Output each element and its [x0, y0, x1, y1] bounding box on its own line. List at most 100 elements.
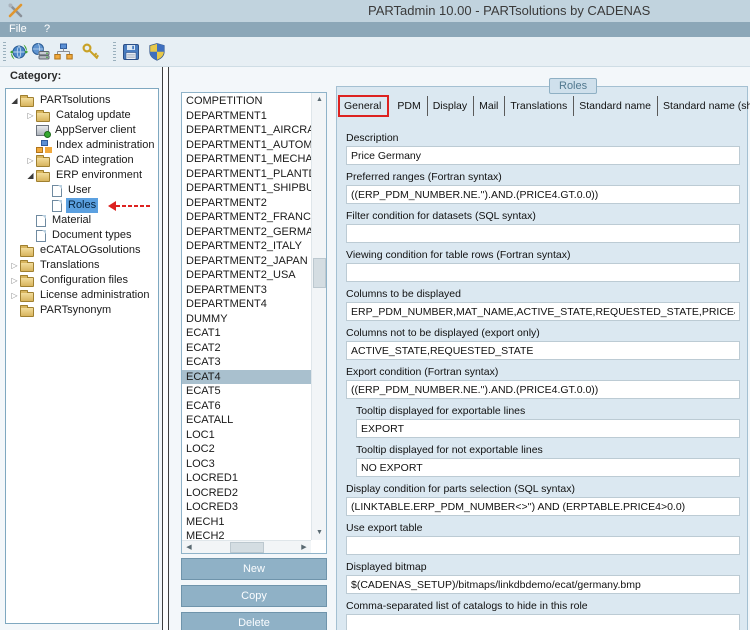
- scroll-up-icon[interactable]: ▲: [312, 93, 326, 107]
- role-list-item[interactable]: ECATALL: [182, 413, 311, 428]
- horizontal-scroll-thumb[interactable]: [230, 542, 264, 553]
- tree-item-label: User: [68, 184, 92, 196]
- scroll-right-icon[interactable]: ▶: [297, 541, 311, 553]
- tab-mail[interactable]: Mail: [474, 96, 506, 116]
- tree-item-roles[interactable]: Roles: [6, 198, 158, 213]
- expander-collapsed-icon[interactable]: ▷: [9, 258, 20, 273]
- role-list-item[interactable]: LOCRED2: [182, 486, 311, 501]
- role-list-item[interactable]: LOC2: [182, 442, 311, 457]
- input-displayed-bitmap[interactable]: [346, 575, 740, 594]
- input-use-export-table[interactable]: [346, 536, 740, 555]
- panel-splitter[interactable]: [162, 67, 169, 630]
- expander-collapsed-icon[interactable]: ▷: [9, 288, 20, 303]
- catalog-update-button[interactable]: [8, 40, 32, 64]
- role-list-item[interactable]: DEPARTMENT1: [182, 109, 311, 124]
- role-list-item[interactable]: DEPARTMENT1_AUTOMOTIV: [182, 138, 311, 153]
- tree-item-license-administration[interactable]: ▷ License administration: [6, 288, 158, 303]
- tab-bar: General PDM Display Mail Translations Standar…: [337, 95, 750, 118]
- tree-item-translations[interactable]: ▷ Translations: [6, 258, 158, 273]
- vertical-scroll-thumb[interactable]: [313, 258, 326, 288]
- delete-button[interactable]: Delete: [181, 612, 327, 630]
- toolbar-grip[interactable]: [113, 42, 116, 62]
- expander-expanded-icon[interactable]: ◢: [25, 168, 36, 183]
- appserver-client-button[interactable]: [30, 40, 54, 64]
- tree-item-index-administration[interactable]: Index administration: [6, 138, 158, 153]
- role-list-item[interactable]: DEPARTMENT1_AIRCRAFT: [182, 123, 311, 138]
- role-list-item[interactable]: MECH1: [182, 515, 311, 530]
- tab-standard-name-short[interactable]: Standard name (short): [658, 96, 750, 116]
- tab-standard-name[interactable]: Standard name: [574, 96, 659, 116]
- role-list-item[interactable]: DEPARTMENT1_SHIPBUILDIN: [182, 181, 311, 196]
- tree-item-material[interactable]: Material: [6, 213, 158, 228]
- menu-help[interactable]: ?: [44, 22, 50, 37]
- tree-item-user[interactable]: User: [6, 183, 158, 198]
- role-list-item[interactable]: DEPARTMENT2: [182, 196, 311, 211]
- role-list-item[interactable]: DEPARTMENT3: [182, 283, 311, 298]
- titlebar: PARTadmin 10.00 - PARTsolutions by CADEN…: [0, 0, 750, 22]
- tree-item-document-types[interactable]: Document types: [6, 228, 158, 243]
- role-list-item[interactable]: ECAT4: [182, 369, 311, 384]
- role-list-item[interactable]: LOCRED3: [182, 500, 311, 515]
- expander-collapsed-icon[interactable]: ▷: [9, 273, 20, 288]
- field-label: Tooltip displayed for exportable lines: [356, 405, 526, 417]
- role-list-item[interactable]: ECAT1: [182, 326, 311, 341]
- tree-item-erp-environment[interactable]: ◢ ERP environment: [6, 168, 158, 183]
- horizontal-scrollbar[interactable]: ◀ ▶: [182, 540, 311, 553]
- input-comma-separated-list-of-catalogs-to-hide-in-this-role[interactable]: [346, 614, 740, 630]
- role-list-item[interactable]: DEPARTMENT2_JAPAN: [182, 254, 311, 269]
- role-list-item[interactable]: ECAT6: [182, 399, 311, 414]
- copy-button[interactable]: Copy: [181, 585, 327, 607]
- toolbar-grip[interactable]: [3, 42, 6, 62]
- tree-item-partsolutions[interactable]: ◢ PARTsolutions: [6, 93, 158, 108]
- input-display-condition-for-parts-selection-sql-syntax[interactable]: [346, 497, 740, 516]
- new-button[interactable]: New: [181, 558, 327, 580]
- role-list-item[interactable]: DEPARTMENT1_PLANTDESIG: [182, 167, 311, 182]
- field-preferred-ranges-fortran-syntax: Preferred ranges (Fortran syntax): [346, 171, 740, 204]
- role-list-item[interactable]: LOC3: [182, 457, 311, 472]
- tree-item-cad-integration[interactable]: ▷ CAD integration: [6, 153, 158, 168]
- input-tooltip-displayed-for-exportable-lines[interactable]: [356, 419, 740, 438]
- input-filter-condition-for-datasets-sql-syntax[interactable]: [346, 224, 740, 243]
- license-key-button[interactable]: [80, 40, 104, 64]
- role-list-item[interactable]: MECH2: [182, 529, 311, 540]
- input-tooltip-displayed-for-not-exportable-lines[interactable]: [356, 458, 740, 477]
- role-list-item[interactable]: DEPARTMENT2_ITALY: [182, 239, 311, 254]
- tree-item-partsynonym[interactable]: PARTsynonym: [6, 303, 158, 318]
- scroll-left-icon[interactable]: ◀: [182, 541, 196, 553]
- role-list-item[interactable]: ECAT3: [182, 355, 311, 370]
- save-button[interactable]: [120, 40, 144, 64]
- expander-collapsed-icon[interactable]: ▷: [25, 108, 36, 123]
- role-list-item[interactable]: ECAT5: [182, 384, 311, 399]
- input-preferred-ranges-fortran-syntax[interactable]: [346, 185, 740, 204]
- input-columns-to-be-displayed[interactable]: [346, 302, 740, 321]
- role-list-item[interactable]: ECAT2: [182, 341, 311, 356]
- role-list-item[interactable]: DEPARTMENT2_USA: [182, 268, 311, 283]
- tab-translations[interactable]: Translations: [505, 96, 575, 116]
- menu-file[interactable]: File: [9, 22, 27, 37]
- admin-shield-button[interactable]: [146, 40, 170, 64]
- tree-item-catalog-update[interactable]: ▷ Catalog update: [6, 108, 158, 123]
- expander-collapsed-icon[interactable]: ▷: [25, 153, 36, 168]
- role-list-item[interactable]: LOCRED1: [182, 471, 311, 486]
- vertical-scrollbar[interactable]: ▲ ▼: [311, 93, 326, 540]
- expander-expanded-icon[interactable]: ◢: [9, 93, 20, 108]
- role-list-item[interactable]: COMPETITION: [182, 94, 311, 109]
- tree-item-configuration-files[interactable]: ▷ Configuration files: [6, 273, 158, 288]
- tab-pdm[interactable]: PDM: [392, 96, 428, 116]
- tab-display[interactable]: Display: [428, 96, 475, 116]
- tree-item-appserver-client[interactable]: AppServer client: [6, 123, 158, 138]
- role-list-item[interactable]: DEPARTMENT1_MECHANICA: [182, 152, 311, 167]
- scroll-down-icon[interactable]: ▼: [312, 526, 326, 540]
- role-list-item[interactable]: LOC1: [182, 428, 311, 443]
- index-administration-button[interactable]: [52, 40, 76, 64]
- role-list-item[interactable]: DEPARTMENT2_GERMANY: [182, 225, 311, 240]
- role-list-item[interactable]: DEPARTMENT2_FRANCE: [182, 210, 311, 225]
- input-description[interactable]: [346, 146, 740, 165]
- input-columns-not-to-be-displayed-export-only[interactable]: [346, 341, 740, 360]
- role-list-item[interactable]: DUMMY: [182, 312, 311, 327]
- role-list-item[interactable]: DEPARTMENT4: [182, 297, 311, 312]
- input-export-condition-fortran-syntax[interactable]: [346, 380, 740, 399]
- input-viewing-condition-for-table-rows-fortran-syntax[interactable]: [346, 263, 740, 282]
- tree-item-ecatalogsolutions[interactable]: eCATALOGsolutions: [6, 243, 158, 258]
- tab-general[interactable]: General: [337, 95, 390, 117]
